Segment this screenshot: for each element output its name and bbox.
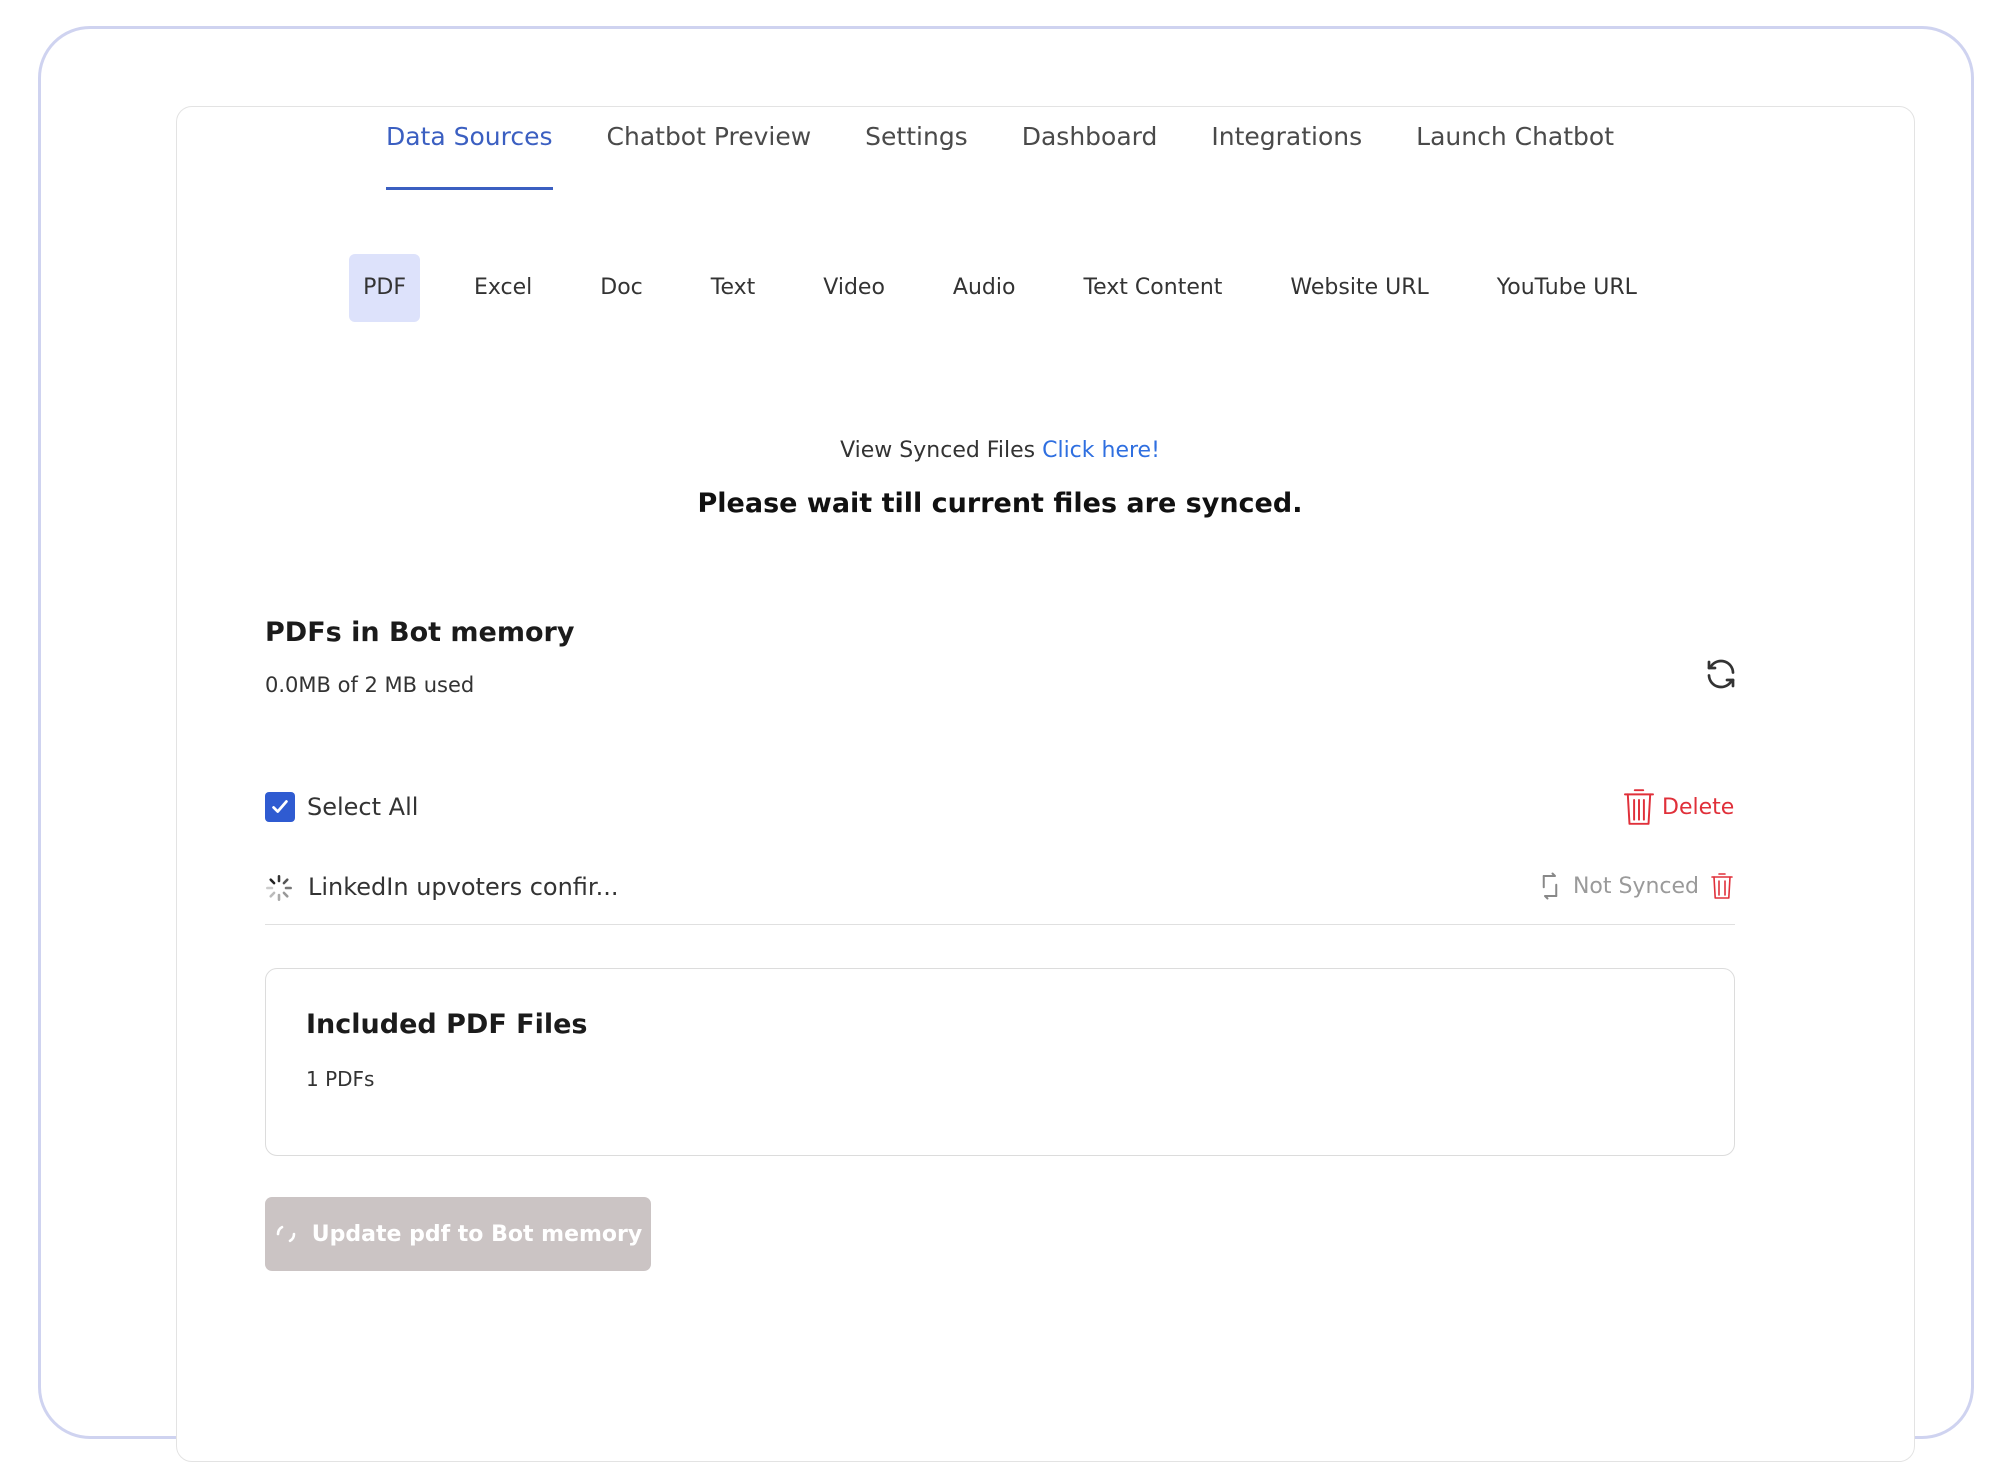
checkbox-checked[interactable] bbox=[265, 792, 295, 822]
update-button-label: Update pdf to Bot memory bbox=[311, 1221, 643, 1247]
spinner-icon bbox=[266, 875, 292, 901]
status-label: Not Synced bbox=[1572, 873, 1699, 899]
tab-settings[interactable]: Settings bbox=[865, 120, 968, 190]
select-all-label: Select All bbox=[307, 793, 419, 821]
subtab-video[interactable]: Video bbox=[809, 254, 899, 322]
subtab-pdf[interactable]: PDF bbox=[349, 254, 420, 322]
sync-wait-message: Please wait till current files are synce… bbox=[697, 488, 1303, 519]
file-name: LinkedIn upvoters confir... bbox=[308, 873, 619, 901]
subtab-youtube-url[interactable]: YouTube URL bbox=[1483, 254, 1651, 322]
memory-usage: 0.0MB of 2 MB used bbox=[265, 673, 475, 697]
refresh-button[interactable] bbox=[1703, 656, 1739, 692]
delete-button[interactable]: Delete bbox=[1622, 786, 1734, 828]
view-synced-files: View Synced Files Click here! bbox=[0, 438, 2000, 463]
trash-icon[interactable] bbox=[1709, 871, 1735, 901]
synced-files-link[interactable]: Click here! bbox=[1042, 438, 1160, 463]
subtab-website-url[interactable]: Website URL bbox=[1276, 254, 1442, 322]
refresh-icon bbox=[1707, 659, 1735, 689]
synced-prefix: View Synced Files bbox=[840, 438, 1036, 463]
sync-icon bbox=[1542, 872, 1558, 900]
included-title: Included PDF Files bbox=[306, 1009, 588, 1040]
tab-integrations[interactable]: Integrations bbox=[1211, 120, 1362, 190]
tab-chatbot-preview[interactable]: Chatbot Preview bbox=[607, 120, 812, 190]
included-files-panel: Included PDF Files 1 PDFs bbox=[265, 968, 1735, 1156]
select-all-checkbox[interactable]: Select All bbox=[265, 792, 418, 822]
tab-launch-chatbot[interactable]: Launch Chatbot bbox=[1416, 120, 1614, 190]
tab-dashboard[interactable]: Dashboard bbox=[1022, 120, 1158, 190]
subtab-excel[interactable]: Excel bbox=[460, 254, 546, 322]
delete-label: Delete bbox=[1662, 794, 1735, 820]
update-memory-button[interactable]: Update pdf to Bot memory bbox=[265, 1197, 651, 1271]
included-count: 1 PDFs bbox=[306, 1067, 375, 1091]
memory-section-title: PDFs in Bot memory bbox=[265, 617, 575, 648]
top-nav-tabs: Data Sources Chatbot Preview Settings Da… bbox=[0, 120, 2000, 190]
trash-icon bbox=[1624, 789, 1654, 825]
file-row: LinkedIn upvoters confir... Not Synced bbox=[265, 865, 1735, 925]
checkmark-icon bbox=[272, 800, 288, 813]
subtab-text-content[interactable]: Text Content bbox=[1069, 254, 1236, 322]
subtab-audio[interactable]: Audio bbox=[939, 254, 1030, 322]
spinner-icon bbox=[276, 1225, 296, 1243]
file-status: Not Synced bbox=[1537, 871, 1735, 901]
tab-data-sources[interactable]: Data Sources bbox=[385, 120, 553, 190]
subtab-doc[interactable]: Doc bbox=[586, 254, 657, 322]
source-type-tabs: PDF Excel Doc Text Video Audio Text Cont… bbox=[0, 254, 2000, 322]
subtab-text[interactable]: Text bbox=[697, 254, 770, 322]
